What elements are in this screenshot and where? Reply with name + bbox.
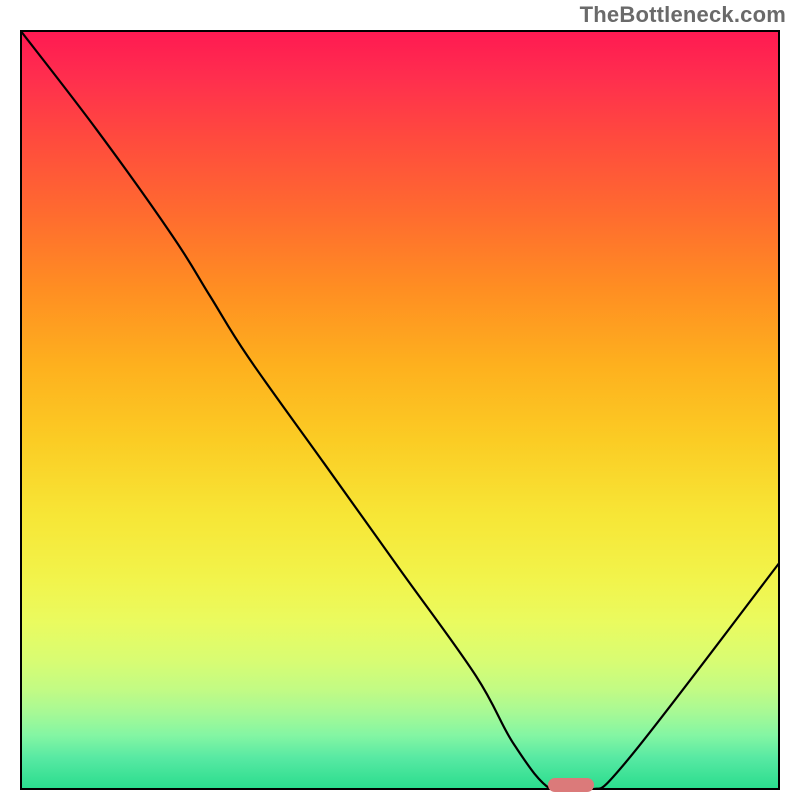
plot-inner — [20, 30, 780, 790]
curve-svg — [20, 30, 780, 790]
optimal-marker — [548, 778, 594, 792]
watermark-text: TheBottleneck.com — [580, 2, 786, 28]
chart-stage: TheBottleneck.com — [0, 0, 800, 800]
bottleneck-curve — [20, 30, 780, 790]
plot-area — [20, 30, 780, 790]
